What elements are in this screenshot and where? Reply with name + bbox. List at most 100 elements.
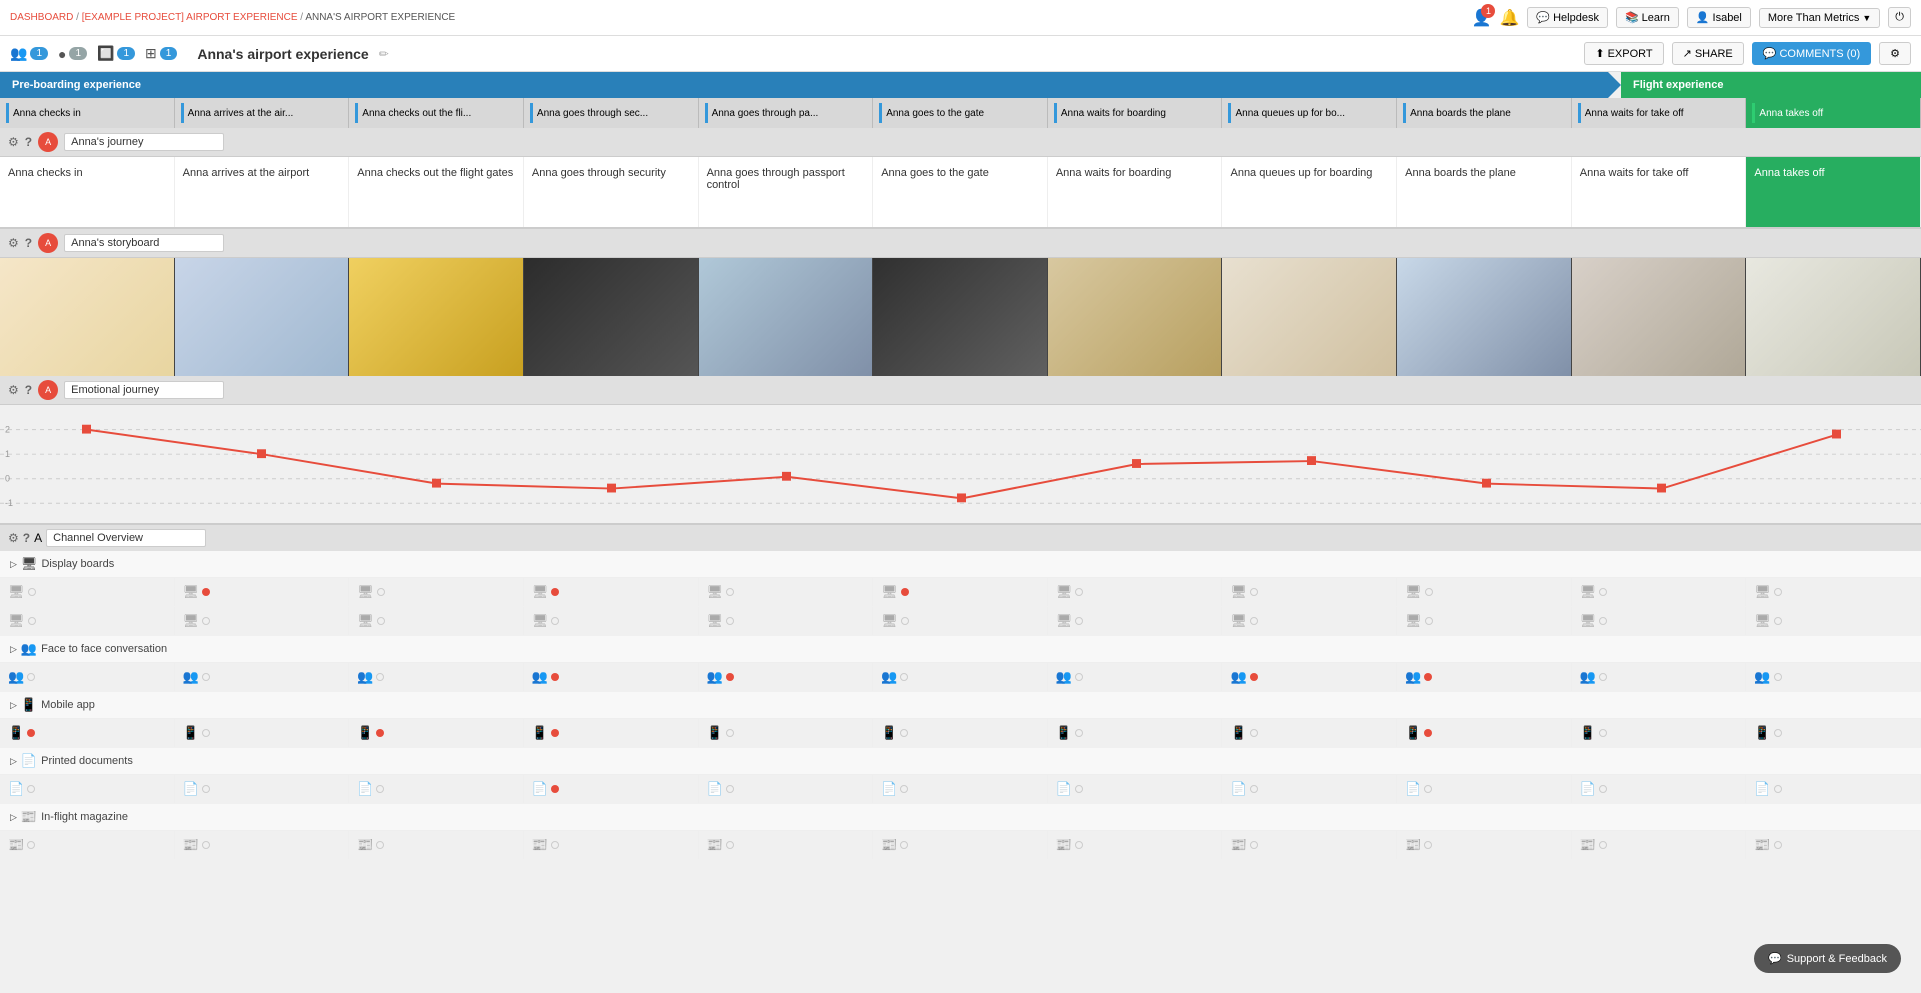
journey-tab-3[interactable]: Anna goes through sec... [524, 98, 699, 128]
storyboard-cell-10[interactable] [1746, 258, 1921, 376]
toolbar-left: 👥 1 ● 1 🔲 1 ⊞ 1 Anna's airport experienc… [10, 45, 389, 62]
dot-empty-0-3 [551, 617, 559, 625]
top-nav-right: 👤 1 🔔 💬 Helpdesk 📚 Learn 👤 Isabel More T… [1472, 7, 1911, 28]
journey-avatar: A [38, 132, 58, 152]
ch-cell-4-0-2: 📰 [349, 831, 524, 859]
ch-icon-0-1: 🖥 [183, 584, 200, 600]
storyboard-cell-2[interactable] [349, 258, 524, 376]
tab-label-6: Anna waits for boarding [1061, 108, 1166, 119]
storyboard-cell-7[interactable] [1222, 258, 1397, 376]
journey-tab-4[interactable]: Anna goes through pa... [699, 98, 874, 128]
power-button[interactable]: ⏻ [1888, 7, 1911, 28]
emotional-help-icon[interactable]: ? [25, 383, 32, 397]
export-button[interactable]: ⬆ EXPORT [1584, 42, 1663, 65]
share-button[interactable]: ↗ SHARE [1672, 42, 1744, 65]
storyboard-cell-1[interactable] [175, 258, 350, 376]
storyboard-cell-4[interactable] [699, 258, 874, 376]
ch-cell-2-0-4: 📱 [699, 719, 874, 747]
dot-empty-4-4 [726, 841, 734, 849]
user-button[interactable]: 👤 Isabel [1687, 7, 1751, 28]
dot-empty-0-8 [1425, 588, 1433, 596]
ch-cell-0-1-10: 🖥 [1746, 607, 1921, 635]
channel-help-icon[interactable]: ? [23, 531, 30, 545]
storyboard-section-label[interactable]: Anna's storyboard [64, 234, 224, 252]
channel-group-1[interactable]: ▷ 👥 Face to face conversation [0, 636, 1921, 663]
channel-group-label-3: Printed documents [41, 755, 133, 767]
svg-text:0: 0 [5, 474, 10, 484]
dot-red-1-3 [551, 673, 559, 681]
ch-icon-1-5: 👥 [881, 669, 897, 685]
storyboard-image-5 [873, 258, 1047, 376]
channel-group-0[interactable]: ▷ 🖥 Display boards [0, 551, 1921, 578]
storyboard-image-9 [1572, 258, 1746, 376]
step-cell-10: Anna takes off [1746, 157, 1921, 227]
channel-group-4[interactable]: ▷ 📰 In-flight magazine [0, 804, 1921, 831]
storyboard-cell-3[interactable] [524, 258, 699, 376]
journey-help-icon[interactable]: ? [25, 135, 32, 149]
journey-section-label[interactable]: Anna's journey [64, 133, 224, 151]
storyboard-cell-6[interactable] [1048, 258, 1223, 376]
storyboard-cell-0[interactable] [0, 258, 175, 376]
dot-empty-2-1 [202, 729, 210, 737]
journey-tab-10[interactable]: Anna takes off [1746, 98, 1921, 128]
support-button[interactable]: 💬 Support & Feedback [1754, 944, 1901, 973]
more-button[interactable]: More Than Metrics ▼ [1759, 8, 1880, 28]
journey-tab-8[interactable]: Anna boards the plane [1397, 98, 1572, 128]
tab-bar-9 [1578, 103, 1581, 123]
storyboard-gear-icon[interactable]: ⚙ [8, 236, 19, 250]
storyboard-help-icon[interactable]: ? [25, 236, 32, 250]
badge-1: 1 [30, 47, 48, 60]
dot-empty-3-6 [1075, 785, 1083, 793]
dot-empty-2-7 [1250, 729, 1258, 737]
journey-tab-7[interactable]: Anna queues up for bo... [1222, 98, 1397, 128]
tab-label-10: Anna takes off [1759, 108, 1823, 119]
channel-gear-icon[interactable]: ⚙ [8, 531, 19, 545]
tab-bar-2 [355, 103, 358, 123]
storyboard-cell-9[interactable] [1572, 258, 1747, 376]
svg-text:1: 1 [5, 449, 10, 459]
dot-red-2-3 [551, 729, 559, 737]
comments-button[interactable]: 💬 COMMENTS (0) [1752, 42, 1871, 65]
journey-tab-0[interactable]: Anna checks in [0, 98, 175, 128]
dot-empty-3-1 [202, 785, 210, 793]
journey-tab-1[interactable]: Anna arrives at the air... [175, 98, 350, 128]
emotional-avatar: A [38, 380, 58, 400]
ch-icon-0-0: 🖥 [8, 613, 25, 629]
journey-tab-6[interactable]: Anna waits for boarding [1048, 98, 1223, 128]
ch-cell-1-0-9: 👥 [1572, 663, 1747, 691]
ch-cell-3-0-10: 📄 [1746, 775, 1921, 803]
storyboard-cell-8[interactable] [1397, 258, 1572, 376]
bell-icon[interactable]: 🔔 [1499, 8, 1519, 28]
dot-empty-3-10 [1774, 785, 1782, 793]
channel-row-2-0: 📱📱📱📱📱📱📱📱📱📱📱 [0, 719, 1921, 748]
ch-cell-4-0-9: 📰 [1572, 831, 1747, 859]
tab-bar-3 [530, 103, 533, 123]
emotional-section-label[interactable]: Emotional journey [64, 381, 224, 399]
emotional-gear-icon[interactable]: ⚙ [8, 383, 19, 397]
settings-button[interactable]: ⚙ [1879, 42, 1911, 65]
ch-icon-2-3: 📱 [532, 725, 548, 741]
tab-label-7: Anna queues up for bo... [1235, 108, 1345, 119]
badge-2: 1 [69, 47, 87, 60]
journey-tabs: Anna checks inAnna arrives at the air...… [0, 98, 1921, 128]
dot-empty-4-10 [1774, 841, 1782, 849]
journey-tab-5[interactable]: Anna goes to the gate [873, 98, 1048, 128]
helpdesk-button[interactable]: 💬 Helpdesk [1527, 7, 1608, 28]
support-label: Support & Feedback [1787, 953, 1887, 965]
ch-icon-0-6: 🖥 [1056, 613, 1073, 629]
journey-tab-2[interactable]: Anna checks out the fli... [349, 98, 524, 128]
channel-section-label[interactable]: Channel Overview [46, 529, 206, 547]
ch-icon-0-10: 🖥 [1754, 584, 1771, 600]
phase-flight: Flight experience [1621, 72, 1921, 98]
learn-button[interactable]: 📚 Learn [1616, 7, 1679, 28]
dot-empty-2-9 [1599, 729, 1607, 737]
journey-gear-icon[interactable]: ⚙ [8, 135, 19, 149]
channel-group-3[interactable]: ▷ 📄 Printed documents [0, 748, 1921, 775]
journey-tab-9[interactable]: Anna waits for take off [1572, 98, 1747, 128]
dot-empty-4-1 [202, 841, 210, 849]
storyboard-cell-5[interactable] [873, 258, 1048, 376]
ch-cell-3-0-7: 📄 [1222, 775, 1397, 803]
edit-icon[interactable]: ✏ [379, 47, 389, 61]
tab-label-3: Anna goes through sec... [537, 108, 648, 119]
channel-group-2[interactable]: ▷ 📱 Mobile app [0, 692, 1921, 719]
